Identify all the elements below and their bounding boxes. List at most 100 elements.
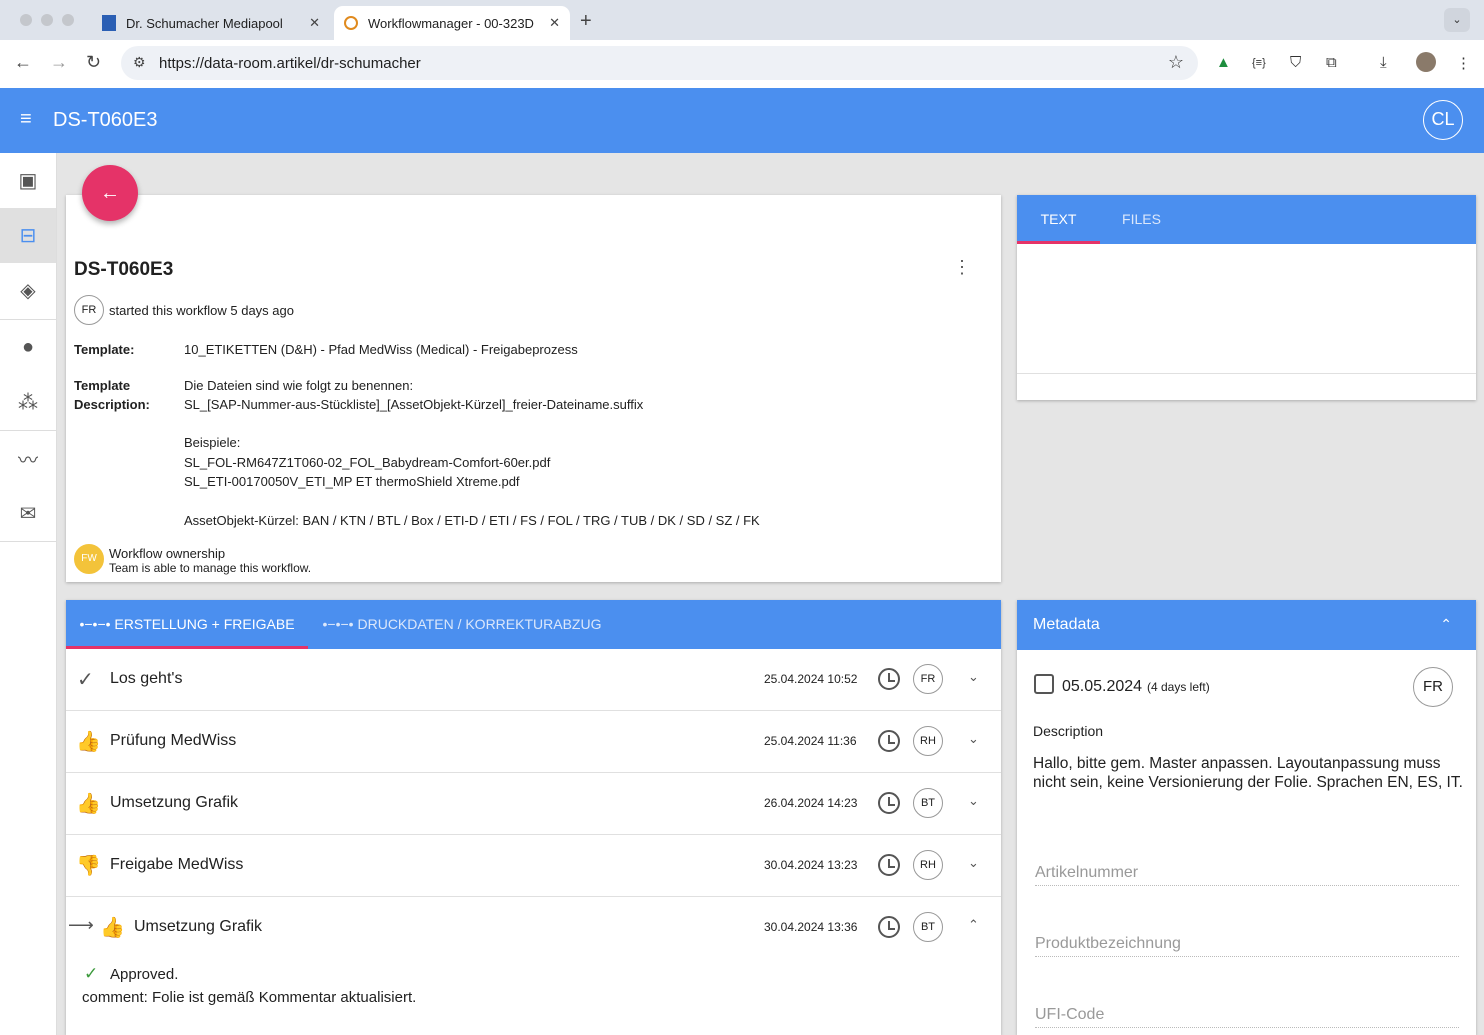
step-row[interactable]: 👍 Umsetzung Grafik 26.04.2024 14:23 BT ⌄ <box>66 773 1001 835</box>
forward-arrow-icon[interactable]: → <box>50 52 68 73</box>
sidebar-item-analytics[interactable]: 〰 <box>0 431 56 486</box>
clock-icon[interactable] <box>878 916 900 938</box>
close-icon[interactable]: ✕ <box>309 15 320 31</box>
step-date: 25.04.2024 10:52 <box>764 672 858 686</box>
window-close-dot[interactable] <box>20 14 32 26</box>
clock-icon[interactable] <box>878 792 900 814</box>
chevron-up-icon[interactable]: ⌃ <box>968 917 979 933</box>
description-line: AssetObjekt-Kürzel: BAN / KTN / BTL / Bo… <box>184 513 760 528</box>
template-label: Template: <box>74 342 135 357</box>
metadata-card: Metadata ⌃ 05.05.2024 (4 days left) FR D… <box>1017 600 1476 1035</box>
step-name: Umsetzung Grafik <box>134 918 263 935</box>
browser-tab-workflowmanager[interactable]: Workflowmanager - 00-323D ✕ <box>334 6 570 40</box>
book-icon <box>102 15 116 31</box>
clipboard-user-icon: ▣ <box>18 170 38 192</box>
site-settings-icon[interactable]: ⚙ <box>133 54 146 71</box>
tab-search-icon[interactable]: ⌄ <box>1444 8 1470 32</box>
metadata-header[interactable]: Metadata ⌃ <box>1017 600 1476 650</box>
artikelnummer-field[interactable]: Artikelnummer <box>1035 864 1459 886</box>
chevron-down-icon[interactable]: ⌄ <box>968 731 979 747</box>
template-value: 10_ETIKETTEN (D&H) - Pfad MedWiss (Medic… <box>184 342 578 357</box>
description-label: Template <box>74 378 131 393</box>
ownership-title: Workflow ownership <box>109 546 226 561</box>
step-row[interactable]: ✓ Los geht's 25.04.2024 10:52 FR ⌄ <box>66 649 1001 711</box>
window-minimize-dot[interactable] <box>41 14 53 26</box>
sidebar-item-inbox[interactable]: ⊟ <box>0 208 56 263</box>
step-assignee-avatar: RH <box>913 850 943 880</box>
shield-icon[interactable]: ⛉ <box>1290 54 1301 71</box>
ownership-avatar: FW <box>74 544 104 574</box>
description-text: Hallo, bitte gem. Master anpassen. Layou… <box>1033 755 1463 791</box>
more-vert-icon[interactable]: ⋮ <box>953 257 971 278</box>
description-line: SL_ETI-00170050V_ETI_MP ET thermoShield … <box>184 474 520 489</box>
step-date: 26.04.2024 14:23 <box>764 796 858 810</box>
clock-icon[interactable] <box>878 730 900 752</box>
more-vert-icon[interactable]: ⋮ <box>1456 54 1471 72</box>
download-icon[interactable]: ⤓ <box>1380 54 1387 71</box>
description-line: Die Dateien sind wie folgt zu benennen: <box>184 378 414 393</box>
divider <box>1017 373 1476 374</box>
started-text: started this workflow 5 days ago <box>109 303 294 318</box>
text-files-card: TEXT FILES <box>1017 195 1476 400</box>
chevron-down-icon[interactable]: ⌄ <box>968 793 979 809</box>
tab-erstellung-freigabe[interactable]: •−•−• ERSTELLUNG + FREIGABE <box>66 600 308 649</box>
tab-druckdaten-korrekturabzug[interactable]: •−•−• DRUCKDATEN / KORREKTURABZUG <box>322 600 602 649</box>
ownership-text: Team is able to manage this workflow. <box>109 561 312 575</box>
user-avatar[interactable]: CL <box>1423 100 1463 140</box>
sidebar-item-assignments[interactable]: ▣ <box>0 153 56 208</box>
drive-icon[interactable]: ▲ <box>1216 54 1231 71</box>
chevron-down-icon[interactable]: ⌄ <box>968 855 979 871</box>
tab-text[interactable]: TEXT <box>1017 195 1100 244</box>
app-title: DS-T060E3 <box>53 109 158 131</box>
dots-icon: •−•−• <box>79 616 111 632</box>
step-assignee-avatar: RH <box>913 726 943 756</box>
step-row[interactable]: 👍 Prüfung MedWiss 25.04.2024 11:36 RH ⌄ <box>66 711 1001 773</box>
tab-label: DRUCKDATEN / KORREKTURABZUG <box>357 616 602 632</box>
dots-icon: •−•−• <box>322 616 354 632</box>
sidebar-item-mail[interactable]: ✉ <box>0 486 56 541</box>
menu-icon[interactable]: ≡ <box>20 108 32 131</box>
clock-icon[interactable] <box>878 854 900 876</box>
back-arrow-icon[interactable]: ← <box>14 52 32 73</box>
tab-files[interactable]: FILES <box>1100 195 1183 244</box>
url-text[interactable]: https://data-room.artikel/dr-schumacher <box>159 55 421 72</box>
sidebar-item-layers[interactable]: ◈ <box>0 263 56 318</box>
close-icon[interactable]: ✕ <box>549 15 560 31</box>
back-button[interactable]: ← <box>82 165 138 221</box>
calendar-icon <box>1034 674 1054 694</box>
layers-icon: ◈ <box>20 280 36 302</box>
produktbezeichnung-field[interactable]: Produktbezeichnung <box>1035 935 1459 957</box>
app-header: ≡ DS-T060E3 CL <box>0 88 1484 153</box>
thumb-up-icon: 👍 <box>76 793 101 815</box>
reload-icon[interactable]: ↻ <box>86 52 101 73</box>
browser-tabstrip: Dr. Schumacher Mediapool ✕ Workflowmanag… <box>0 0 1484 40</box>
window-zoom-dot[interactable] <box>62 14 74 26</box>
new-tab-icon[interactable]: + <box>580 10 592 33</box>
chevron-up-icon[interactable]: ⌃ <box>1440 616 1452 633</box>
step-assignee-avatar: BT <box>913 788 943 818</box>
chevron-down-icon[interactable]: ⌄ <box>968 669 979 685</box>
step-row[interactable]: 👎 Freigabe MedWiss 30.04.2024 13:23 RH ⌄ <box>66 835 1001 897</box>
bookmark-star-icon[interactable]: ☆ <box>1168 52 1184 73</box>
phase-tabs: •−•−• ERSTELLUNG + FREIGABE •−•−• DRUCKD… <box>66 600 1001 649</box>
address-bar[interactable]: ⚙ https://data-room.artikel/dr-schumache… <box>121 46 1198 80</box>
browser-tab-mediapool[interactable]: Dr. Schumacher Mediapool ✕ <box>92 6 330 40</box>
trending-icon: 〰 <box>18 450 38 472</box>
workflow-steps-card: •−•−• ERSTELLUNG + FREIGABE •−•−• DRUCKD… <box>66 600 1001 1035</box>
step-row-current[interactable]: ⟶ 👍 Umsetzung Grafik 30.04.2024 13:36 BT… <box>66 897 1001 959</box>
sidebar: ▣ ⊟ ◈ ● ⁂ 〰 ✉ <box>0 153 57 1035</box>
thumb-up-icon: 👍 <box>100 917 125 939</box>
assignee-avatar: FR <box>1413 667 1453 707</box>
gear-icon <box>344 16 358 30</box>
approved-check-icon: ✓ <box>84 964 99 983</box>
puzzle-icon[interactable]: ⧉ <box>1326 54 1337 71</box>
json-extension-icon[interactable]: {≡} <box>1252 57 1266 69</box>
clock-icon[interactable] <box>878 668 900 690</box>
thumb-up-icon: 👍 <box>76 731 101 753</box>
profile-avatar-icon[interactable] <box>1416 52 1436 72</box>
ufi-code-field[interactable]: UFI-Code <box>1035 1006 1459 1028</box>
sidebar-item-groups[interactable]: ⁂ <box>0 375 56 430</box>
inbox-icon: ⊟ <box>19 225 37 247</box>
sidebar-item-person[interactable]: ● <box>0 320 56 375</box>
step-assignee-avatar: FR <box>913 664 943 694</box>
